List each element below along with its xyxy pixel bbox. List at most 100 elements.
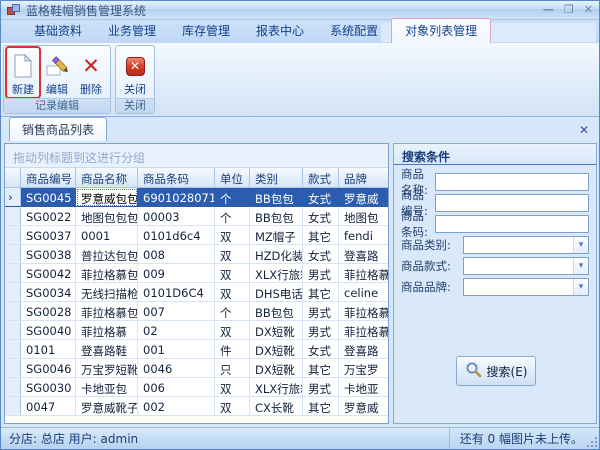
table-cell[interactable]: 菲拉格慕包包 [76,264,138,283]
table-cell[interactable]: SG0022 [21,207,76,226]
column-header[interactable]: 商品名称 [76,168,138,188]
table-cell[interactable]: 双 [215,397,250,416]
table-cell[interactable]: 0101D6C4 [138,283,215,302]
row-indicator[interactable]: › [5,188,21,207]
chevron-down-icon[interactable]: ▾ [573,258,588,274]
product-barcode-input[interactable] [435,215,589,233]
table-cell[interactable]: BB包包 [250,302,303,321]
table-row[interactable]: SG0034无线扫描枪0101D6C4双DHS电话绳其它celine [5,283,388,302]
table-cell[interactable]: SG0045 [21,188,76,207]
table-cell[interactable]: 个 [215,188,250,207]
table-cell[interactable]: 008 [138,245,215,264]
table-cell[interactable]: MZ帽子 [250,226,303,245]
column-header[interactable]: 款式 [303,168,339,188]
table-cell[interactable]: 普拉达包包 [76,245,138,264]
column-header[interactable]: 商品编号 [21,168,76,188]
column-header[interactable]: 品牌 [339,168,388,188]
table-cell[interactable]: 男式 [303,302,339,321]
product-code-input[interactable] [435,194,589,212]
column-header[interactable]: 商品条码 [138,168,215,188]
table-cell[interactable]: 菲拉格慕 [76,321,138,340]
row-indicator[interactable] [5,302,21,321]
table-cell[interactable]: 女式 [303,245,339,264]
table-cell[interactable]: DX短靴 [250,359,303,378]
table-cell[interactable]: 双 [215,378,250,397]
row-indicator[interactable] [5,378,21,397]
row-indicator[interactable] [5,226,21,245]
table-cell[interactable]: 罗意威 [339,188,388,207]
table-cell[interactable]: 0101 [21,340,76,359]
table-cell[interactable]: 0001 [76,226,138,245]
table-cell[interactable]: 菲拉格慕 [339,264,388,283]
table-cell[interactable]: 地图包包包 [76,207,138,226]
maximize-icon[interactable]: ❐ [564,3,574,17]
table-cell[interactable]: 女式 [303,207,339,226]
close-tab-button[interactable]: ✕ 关闭 [118,47,152,98]
table-cell[interactable]: 罗意威包包 [76,188,138,207]
new-button[interactable]: 新建 [6,47,40,98]
table-row[interactable]: SG0040菲拉格慕02双DX短靴男式菲拉格慕 [5,321,388,340]
table-row[interactable]: SG0038普拉达包包008双HZD化装袋女式登喜路 [5,245,388,264]
resize-grip-icon[interactable] [587,437,597,447]
table-cell[interactable]: 女式 [303,340,339,359]
table-cell[interactable]: XLX行旅箱 [250,378,303,397]
ribbon-tab-inventory[interactable]: 库存管理 [169,19,243,43]
table-cell[interactable]: SG0030 [21,378,76,397]
table-row[interactable]: ›SG0045罗意威包包6901028071765个BB包包女式罗意威 [5,188,388,207]
table-cell[interactable]: 菲拉格慕 [339,302,388,321]
table-cell[interactable]: 双 [215,321,250,340]
row-indicator[interactable] [5,207,21,226]
table-cell[interactable]: 02 [138,321,215,340]
table-cell[interactable]: 地图包 [339,207,388,226]
ribbon-tab-basic-data[interactable]: 基础资料 [21,19,95,43]
document-close-icon[interactable]: ✕ [579,123,589,137]
table-cell[interactable]: 002 [138,397,215,416]
table-cell[interactable]: 只 [215,359,250,378]
table-cell[interactable]: SG0042 [21,264,76,283]
table-cell[interactable]: 其它 [303,226,339,245]
table-row[interactable]: SG0046万宝罗短靴0046只DX短靴其它万宝罗 [5,359,388,378]
table-cell[interactable]: 00003 [138,207,215,226]
table-cell[interactable]: 其它 [303,359,339,378]
table-cell[interactable]: 登喜路 [339,245,388,264]
ribbon-tab-system-config[interactable]: 系统配置 [317,19,391,43]
product-style-dropdown[interactable]: ▾ [463,257,589,275]
table-row[interactable]: SG0042菲拉格慕包包009双XLX行旅箱男式菲拉格慕 [5,264,388,283]
table-row[interactable]: 0101登喜路鞋001件DX短靴女式登喜路 [5,340,388,359]
table-cell[interactable]: CX长靴 [250,397,303,416]
table-cell[interactable]: DHS电话绳 [250,283,303,302]
table-cell[interactable]: SG0034 [21,283,76,302]
table-cell[interactable]: 个 [215,207,250,226]
table-cell[interactable]: BB包包 [250,188,303,207]
chevron-down-icon[interactable]: ▾ [573,237,588,253]
search-button[interactable]: 搜索(E) [456,356,536,386]
table-cell[interactable]: 6901028071765 [138,188,215,207]
table-cell[interactable]: 双 [215,264,250,283]
table-cell[interactable]: 双 [215,283,250,302]
product-brand-dropdown[interactable]: ▾ [463,278,589,296]
table-cell[interactable]: DX短靴 [250,340,303,359]
table-row[interactable]: SG0028菲拉格慕包包007个BB包包男式菲拉格慕 [5,302,388,321]
table-row[interactable]: 0047罗意威靴子002双CX长靴其它罗意威 [5,397,388,416]
ribbon-tab-reports[interactable]: 报表中心 [243,19,317,43]
row-indicator[interactable] [5,321,21,340]
table-cell[interactable]: 其它 [303,283,339,302]
row-indicator[interactable] [5,264,21,283]
table-cell[interactable]: 0047 [21,397,76,416]
table-row[interactable]: SG0030卡地亚包006双XLX行旅箱男式卡地亚 [5,378,388,397]
close-icon[interactable]: ✕ [584,3,593,17]
table-cell[interactable]: 0101d6c4 [138,226,215,245]
table-cell[interactable]: 男式 [303,378,339,397]
table-cell[interactable]: 菲拉格慕 [339,321,388,340]
table-cell[interactable]: SG0040 [21,321,76,340]
table-cell[interactable]: 女式 [303,188,339,207]
table-row[interactable]: SG003700010101d6c4双MZ帽子其它fendi [5,226,388,245]
table-cell[interactable]: 万宝罗 [339,359,388,378]
table-cell[interactable]: 男式 [303,321,339,340]
table-cell[interactable]: DX短靴 [250,321,303,340]
table-cell[interactable]: celine [339,283,388,302]
ribbon-tab-object-list[interactable]: 对象列表管理 [391,18,491,43]
table-cell[interactable]: SG0038 [21,245,76,264]
table-cell[interactable]: 无线扫描枪 [76,283,138,302]
delete-button[interactable]: ✕ 删除 [74,47,108,98]
